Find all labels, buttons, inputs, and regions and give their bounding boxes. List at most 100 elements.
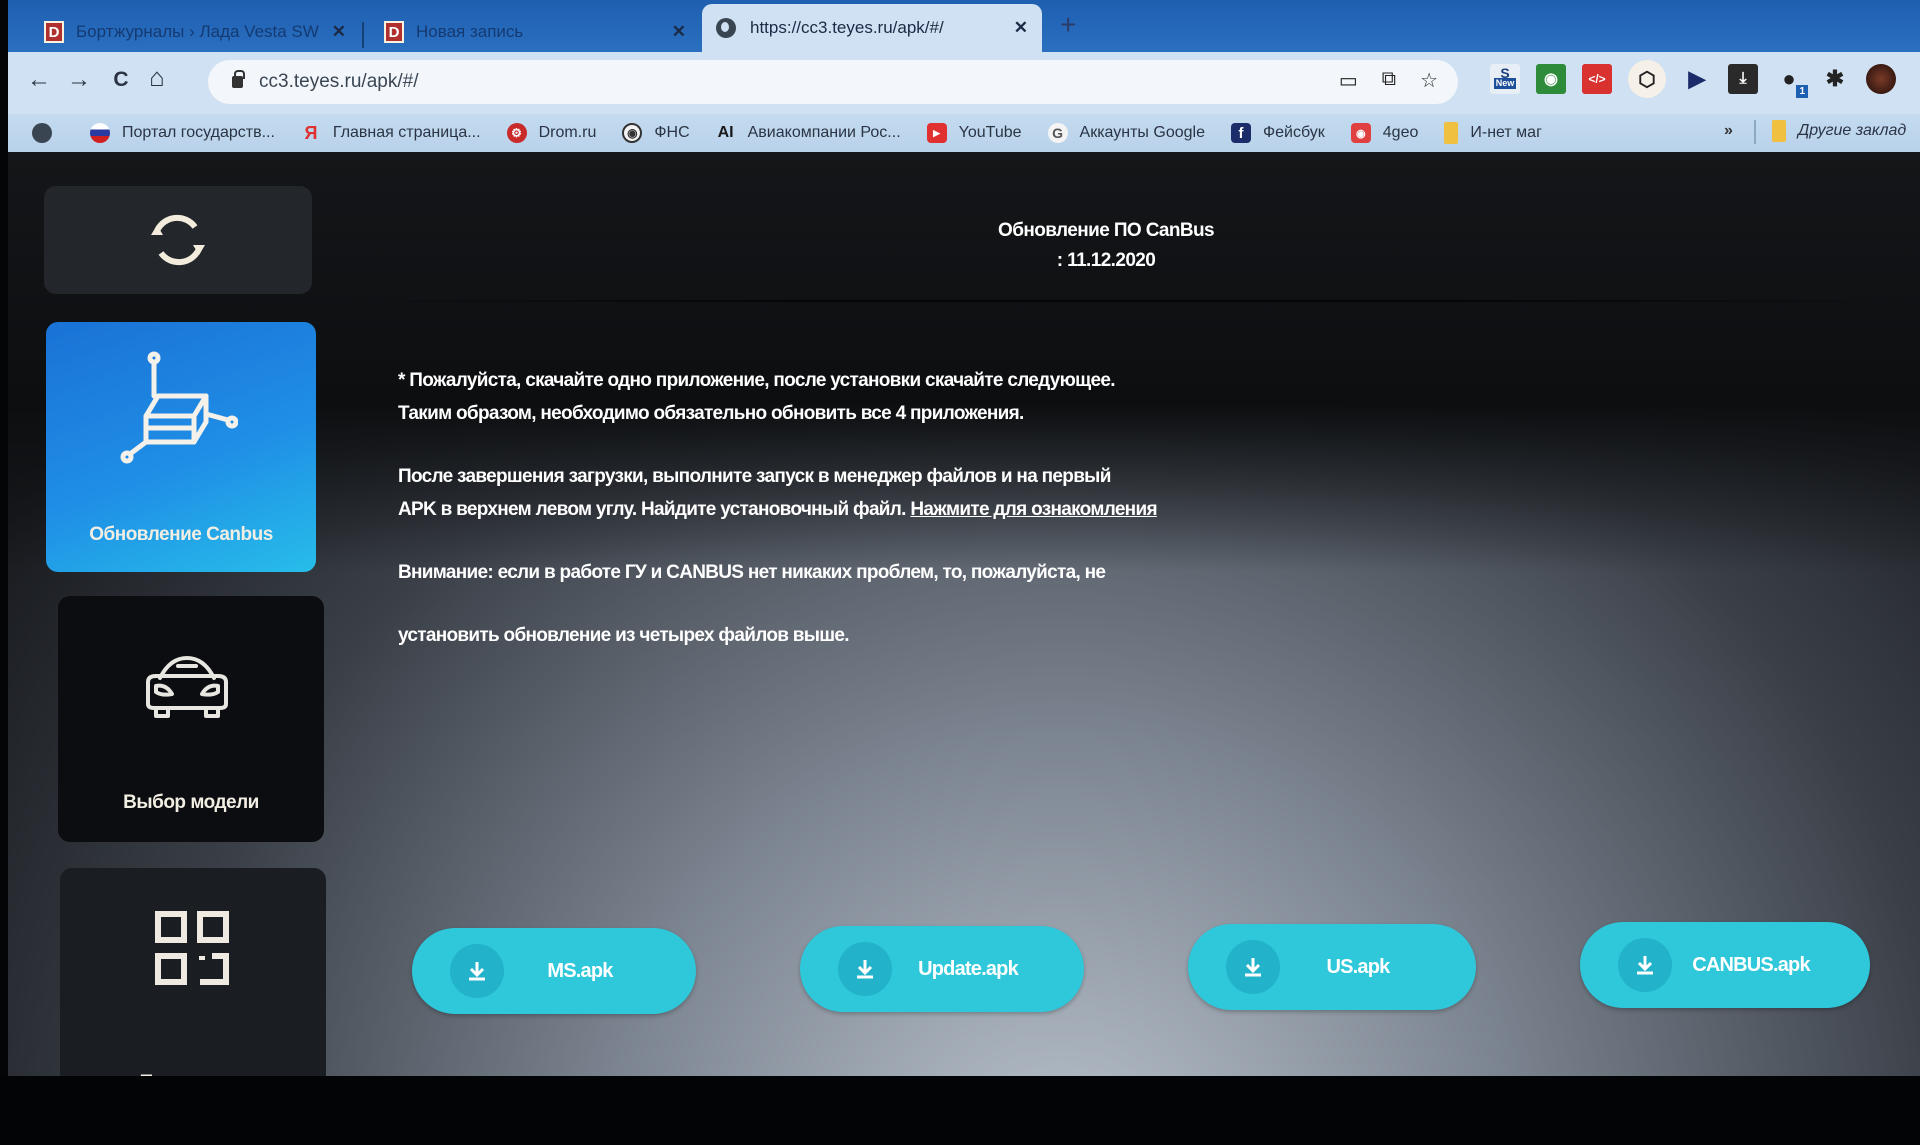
bookmark-fns[interactable]: ◉ ФНС [622,123,690,143]
yandex-icon: Я [304,122,318,143]
globe-icon [32,123,52,143]
drive2-d-icon: D [44,21,64,43]
teyes-apk-page: Обновление Canbus Выбор модели Обновлени… [8,152,1920,1098]
puzzle-extensions-icon[interactable]: ✱ [1820,64,1850,94]
other-bookmarks-folder[interactable]: Другие заклад [1772,120,1906,142]
bookmark-label: Фейсбук [1262,124,1325,141]
new-extension-icon[interactable]: S New [1490,64,1520,94]
browser-toolbar: ← → C ⌂ cc3.teyes.ru/apk/#/ ▭ ⧉ ☆ S New ◉… [8,52,1920,114]
bookmark-label: Главная страница... [332,124,481,141]
bookmark-folder-inet-mag[interactable]: И-нет маг [1444,122,1542,144]
header-divider [338,300,1918,302]
sidebar-item-label: Обновление Canbus [89,524,273,545]
instruction-line: APK в верхнем левом углу. Найдите устано… [398,493,1298,526]
bookmark-globe[interactable] [32,123,64,143]
bookmark-drom[interactable]: ⚙ Drom.ru [506,123,597,143]
instruction-text: APK в верхнем левом углу. Найдите устано… [398,499,906,520]
download-label: MS.apk [547,959,613,982]
bookmark-label: YouTube [958,124,1022,141]
url-text[interactable]: cc3.teyes.ru/apk/#/ [259,71,418,93]
bookmark-label: 4geo [1382,124,1419,141]
update-date: : 11.12.2020 [1056,250,1156,271]
green-pin-extension-icon[interactable]: ◉ [1536,64,1566,94]
download-label: Update.apk [918,957,1019,980]
bookmark-label: Портал государств... [122,124,275,141]
back-button[interactable]: ← [24,66,54,94]
bookmark-a1-airlines[interactable]: AI Авиакомпании Рос... [716,123,901,143]
download-icon [1226,940,1280,994]
forward-button[interactable]: → [64,66,94,94]
translate-icon[interactable]: ⧉ [1382,68,1396,93]
cube-extension-icon[interactable]: ⬡ [1628,60,1666,98]
warning-line: Внимание: если в работе ГУ и CANBUS нет … [398,562,1106,583]
close-icon[interactable]: ✕ [332,22,346,42]
gosuslugi-icon [90,123,110,143]
bookmark-google-accounts[interactable]: G Аккаунты Google [1047,123,1205,143]
facebook-icon: f [1230,123,1251,143]
youtube-icon: ▶ [926,123,947,143]
folder-icon [1444,122,1459,144]
profile-avatar[interactable] [1866,64,1896,94]
sidebar-item-model-select[interactable]: Выбор модели [58,596,324,842]
instructions-text: * Пожалуйста, скачайте одно приложение, … [398,364,1298,652]
bookmark-youtube[interactable]: ▶ YouTube [926,123,1022,143]
cube-axes-icon [120,351,238,464]
bookmark-facebook[interactable]: f Фейсбук [1230,123,1325,143]
fns-icon: ◉ [622,123,643,143]
play-extension-icon[interactable]: ▶ [1682,64,1712,94]
address-bar[interactable]: cc3.teyes.ru/apk/#/ ▭ ⧉ ☆ [208,60,1458,104]
apps-grid-icon [155,911,229,985]
tab-title: https://cc3.teyes.ru/apk/#/ [750,18,944,37]
bookmark-label: Авиакомпании Рос... [747,124,901,141]
sidebar-item-programs[interactable]: Программы [60,868,326,1098]
home-button[interactable]: ⌂ [142,62,172,93]
bookmark-label: Drom.ru [538,124,597,141]
drive2-d-icon: D [384,21,404,43]
download-icon [1618,938,1672,992]
bookmarks-overflow-button[interactable]: » [1724,122,1733,140]
learn-more-link[interactable]: Нажмите для ознакомления [910,499,1157,520]
bookmarks-bar: Портал государств... Я Главная страница.… [8,114,1920,152]
warning-line: установить обновление из четырех файлов … [398,625,850,646]
4geo-icon: ◉ [1350,123,1371,143]
tab-title: Новая запись [416,22,524,41]
monitor-bezel-bottom [0,1076,1920,1145]
close-icon[interactable]: ✕ [1014,18,1028,38]
tab-drive2-bortjournal[interactable]: D Бортжурналы › Лада Vesta SW C ✕ [30,12,360,52]
bookmark-label: И-нет маг [1470,124,1542,141]
sidebar-item-refresh[interactable] [44,186,312,294]
new-tab-button[interactable]: + [1060,8,1076,42]
bookmark-gosuslugi[interactable]: Портал государств... [90,123,275,143]
globe-icon [716,18,736,38]
download-canbus-apk-button[interactable]: CANBUS.apk [1580,922,1870,1008]
sidebar: Обновление Canbus Выбор модели [8,152,338,1098]
drom-icon: ⚙ [506,123,527,143]
download-us-apk-button[interactable]: US.apk [1188,924,1476,1010]
download-icon [838,942,892,996]
lock-icon [232,70,245,88]
tab-new-post[interactable]: D Новая запись ✕ [370,12,700,52]
red-code-extension-icon[interactable]: </> [1582,64,1612,94]
bookmarks-divider [1754,120,1756,144]
google-icon: G [1047,123,1068,143]
sidebar-item-canbus-update[interactable]: Обновление Canbus [46,322,316,572]
tab-teyes-apk[interactable]: https://cc3.teyes.ru/apk/#/ ✕ [702,4,1042,52]
cast-icon[interactable]: ▭ [1339,68,1358,93]
sidebar-item-label: Выбор модели [123,792,259,813]
download-ms-apk-button[interactable]: MS.apk [412,928,696,1014]
bookmark-yandex[interactable]: Я Главная страница... [301,122,481,143]
close-icon[interactable]: ✕ [672,22,686,42]
page-header: Обновление ПО CanBus : 11.12.2020 [888,216,1324,276]
download-update-apk-button[interactable]: Update.apk [800,926,1084,1012]
star-icon[interactable]: ☆ [1420,68,1438,93]
download-label: US.apk [1326,955,1390,978]
reload-button[interactable]: C [106,68,136,92]
bookmark-4geo[interactable]: ◉ 4geo [1350,123,1419,143]
tab-title: Бортжурналы › Лада Vesta SW C [76,22,322,41]
folder-icon [1772,120,1786,142]
hat-extension-icon[interactable]: ● 1 [1774,64,1808,98]
download-extension-icon[interactable]: ⤓ [1728,64,1758,94]
instruction-line: После завершения загрузки, выполните зап… [398,466,1111,487]
other-bookmarks-label: Другие заклад [1798,122,1907,139]
car-icon [146,656,228,718]
